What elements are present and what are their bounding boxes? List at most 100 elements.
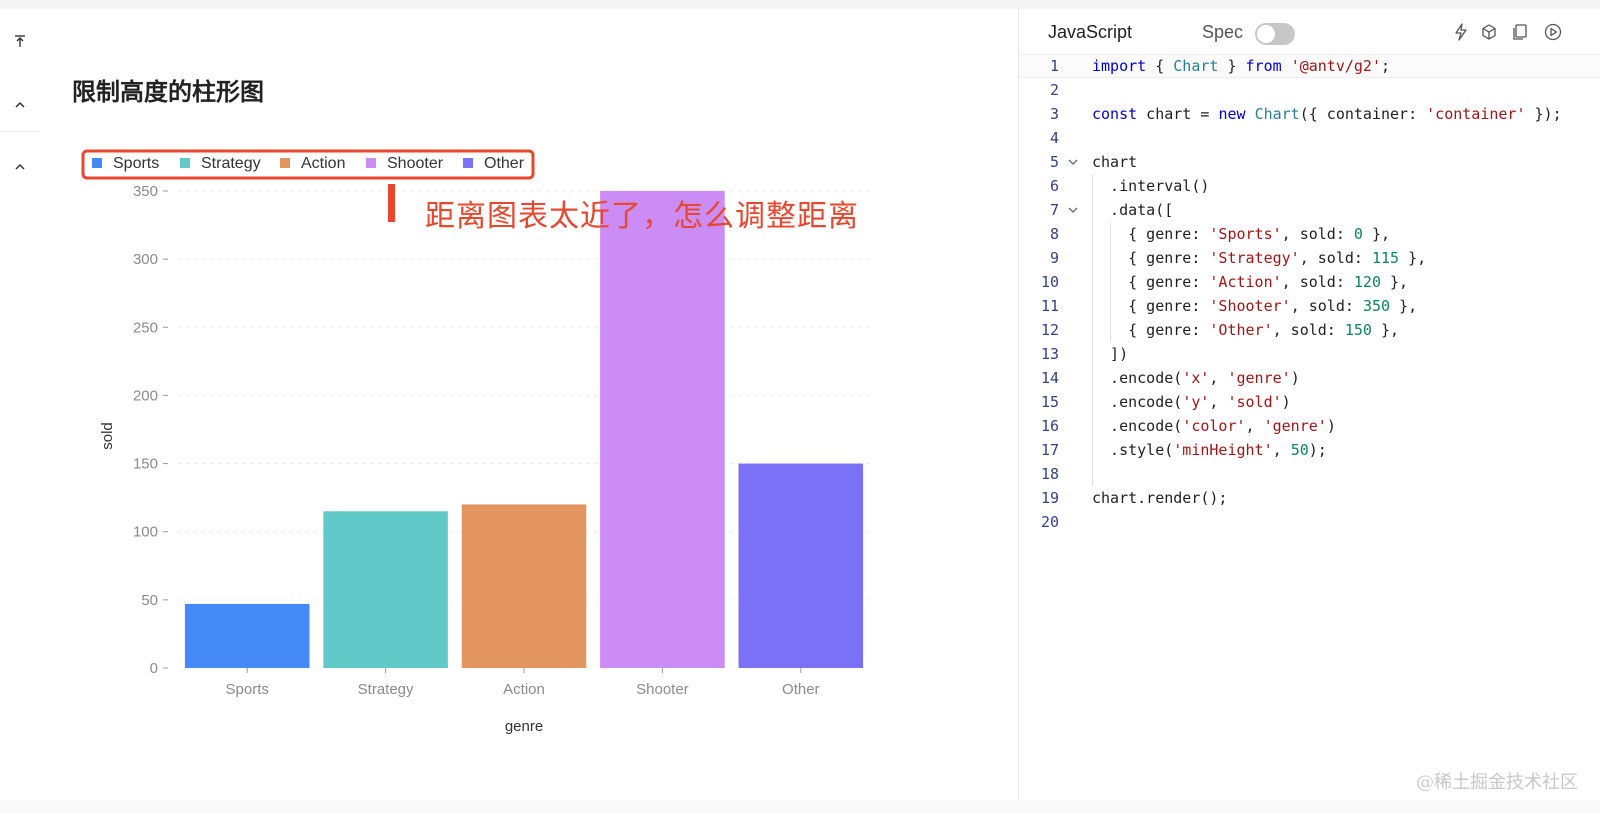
code-line[interactable]: 20 <box>1019 510 1600 534</box>
legend-item-action: Action <box>301 155 345 172</box>
code-line[interactable]: 15 .encode('y', 'sold') <box>1019 390 1600 414</box>
code-line[interactable]: 2 <box>1019 78 1600 102</box>
code-line[interactable]: 6 .interval() <box>1019 174 1600 198</box>
line-number: 4 <box>1049 129 1059 147</box>
line-number: 3 <box>1049 105 1059 123</box>
code-text: chart.render(); <box>1092 489 1228 507</box>
code-text: ]) <box>1092 345 1129 363</box>
x-tick-label: Shooter <box>636 681 689 698</box>
code-line[interactable]: 16 .encode('color', 'genre') <box>1019 414 1600 438</box>
x-axis-title: genre <box>505 718 543 735</box>
code-line[interactable]: 18 <box>1019 462 1600 486</box>
legend-swatch <box>180 158 190 168</box>
bar-sports <box>184 603 310 668</box>
editor-tabs: JavaScript Spec <box>1019 9 1600 55</box>
code-text: .encode('y', 'sold') <box>1092 393 1291 411</box>
code-text: .encode('x', 'genre') <box>1092 369 1300 387</box>
code-editor-panel: JavaScript Spec 1 import { Chart } from '… <box>1019 9 1600 813</box>
line-number: 8 <box>1049 225 1059 243</box>
line-number: 1 <box>1049 57 1059 75</box>
code-line[interactable]: 11 { genre: 'Shooter', sold: 350 }, <box>1019 294 1600 318</box>
line-number: 16 <box>1040 417 1059 435</box>
indent-guide <box>1092 462 1093 486</box>
y-tick-label: 250 <box>133 319 158 336</box>
bottom-bar <box>0 800 1600 813</box>
x-tick-label: Sports <box>226 681 269 698</box>
code-text: { genre: 'Action', sold: 120 }, <box>1092 273 1409 291</box>
y-tick-label: 150 <box>133 456 158 473</box>
code-line[interactable]: 19 chart.render(); <box>1019 486 1600 510</box>
code-line[interactable]: 13 ]) <box>1019 342 1600 366</box>
line-number: 9 <box>1049 249 1059 267</box>
line-number: 12 <box>1040 321 1059 339</box>
bar-shooter <box>600 191 725 668</box>
y-tick-label: 100 <box>133 524 158 541</box>
bar-action <box>461 504 587 668</box>
code-line[interactable]: 12 { genre: 'Other', sold: 150 }, <box>1019 318 1600 342</box>
code-text: .style('minHeight', 50); <box>1092 441 1327 459</box>
line-number: 11 <box>1040 297 1059 315</box>
line-number: 18 <box>1040 465 1059 483</box>
code-line[interactable]: 1 import { Chart } from '@antv/g2'; <box>1019 54 1600 78</box>
line-number: 5 <box>1049 153 1059 171</box>
line-number: 19 <box>1040 489 1059 507</box>
legend-swatch <box>92 158 102 168</box>
code-line[interactable]: 3 const chart = new Chart({ container: 'c… <box>1019 102 1600 126</box>
y-tick-label: 200 <box>133 387 158 404</box>
line-number: 10 <box>1040 273 1059 291</box>
code-text: .interval() <box>1092 177 1210 195</box>
code-text: .encode('color', 'genre') <box>1092 417 1336 435</box>
code-line[interactable]: 8 { genre: 'Sports', sold: 0 }, <box>1019 222 1600 246</box>
legend-swatch <box>463 158 473 168</box>
fold-chevron-icon[interactable] <box>1067 198 1083 224</box>
code-line[interactable]: 5 chart <box>1019 150 1600 174</box>
legend-item-other: Other <box>484 155 525 172</box>
code-text: { genre: 'Sports', sold: 0 }, <box>1092 225 1391 243</box>
code-area[interactable]: 1 import { Chart } from '@antv/g2'; 2 3 cons… <box>1019 54 1600 534</box>
fold-chevron-icon[interactable] <box>1067 150 1083 176</box>
bar-strategy <box>323 511 448 668</box>
y-tick-label: 300 <box>133 251 158 268</box>
annotation-text: 距离图表太近了，怎么调整距离 <box>425 199 859 234</box>
toggle-knob <box>1257 25 1275 43</box>
tab-spec[interactable]: Spec <box>1202 22 1243 43</box>
line-number: 14 <box>1040 369 1059 387</box>
code-line[interactable]: 7 .data([ <box>1019 198 1600 222</box>
code-text: .data([ <box>1092 201 1174 219</box>
code-text: import { Chart } from '@antv/g2'; <box>1092 57 1391 75</box>
code-line[interactable]: 17 .style('minHeight', 50); <box>1019 438 1600 462</box>
line-number: 6 <box>1049 177 1059 195</box>
spec-toggle[interactable] <box>1255 23 1295 45</box>
code-line[interactable]: 10 { genre: 'Action', sold: 120 }, <box>1019 270 1600 294</box>
legend-swatch <box>280 158 290 168</box>
code-text: { genre: 'Shooter', sold: 350 }, <box>1092 297 1418 315</box>
line-number: 17 <box>1040 441 1059 459</box>
codesandbox-icon[interactable] <box>1478 21 1500 43</box>
y-tick-label: 350 <box>133 183 158 200</box>
line-number: 7 <box>1049 201 1059 219</box>
copy-icon[interactable] <box>1509 21 1531 43</box>
code-text: chart <box>1092 153 1138 171</box>
line-number: 13 <box>1040 345 1059 363</box>
code-line[interactable]: 9 { genre: 'Strategy', sold: 115 }, <box>1019 246 1600 270</box>
tab-javascript[interactable]: JavaScript <box>1048 22 1132 43</box>
legend-item-sports: Sports <box>113 155 159 172</box>
annotation-marker <box>388 184 395 222</box>
thunderbolt-icon[interactable] <box>1450 21 1472 43</box>
watermark: @稀土掘金技术社区 <box>1416 772 1578 793</box>
y-tick-label: 0 <box>150 660 158 677</box>
bar-other <box>738 463 864 668</box>
code-line[interactable]: 4 <box>1019 126 1600 150</box>
line-number: 15 <box>1040 393 1059 411</box>
y-tick-label: 50 <box>141 592 158 609</box>
legend-item-shooter: Shooter <box>387 155 444 172</box>
code-line[interactable]: 14 .encode('x', 'genre') <box>1019 366 1600 390</box>
x-tick-label: Strategy <box>358 681 414 698</box>
x-tick-label: Other <box>782 681 820 698</box>
line-number: 2 <box>1049 81 1059 99</box>
legend-swatch <box>366 158 376 168</box>
code-text: { genre: 'Other', sold: 150 }, <box>1092 321 1400 339</box>
play-icon[interactable] <box>1542 21 1564 43</box>
line-number: 20 <box>1040 513 1059 531</box>
bar-chart: 0 50 100 150 200 250 300 350 Sports Strategy Actio… <box>81 149 870 735</box>
